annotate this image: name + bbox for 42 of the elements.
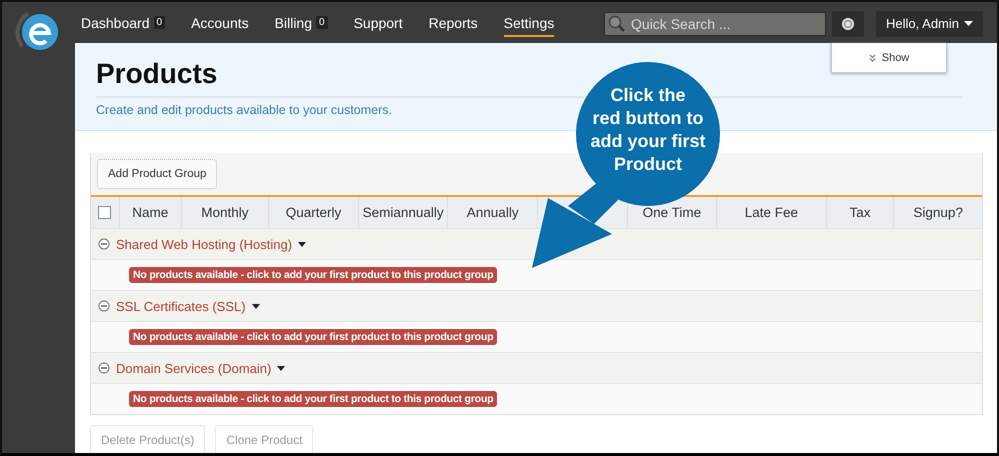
caret-icon bbox=[298, 242, 306, 246]
nav-tab[interactable]: Billing 0 bbox=[274, 10, 328, 36]
callout-text: Click the red button to add your first Product bbox=[589, 84, 706, 176]
count-badge: 0 bbox=[154, 16, 166, 29]
select-all-checkbox[interactable] bbox=[98, 206, 112, 219]
page-title: Products bbox=[96, 57, 218, 91]
add-product-button[interactable]: No products available - click to add your first product to this product group bbox=[129, 391, 498, 407]
search-button[interactable] bbox=[832, 10, 864, 36]
add-product-button[interactable]: No products available - click to add your first product to this product group bbox=[129, 267, 498, 283]
caret-icon bbox=[252, 304, 260, 308]
search-icon bbox=[608, 14, 626, 32]
column-header: Signup? bbox=[913, 205, 963, 220]
collapse-icon[interactable] bbox=[98, 362, 110, 374]
column-header: Semiannually bbox=[362, 205, 444, 220]
nav-tab[interactable]: Settings bbox=[504, 10, 554, 36]
column-header: Tax bbox=[850, 205, 871, 220]
caret-icon bbox=[277, 366, 286, 370]
group-name[interactable]: SSL Certificates (SSL) bbox=[116, 298, 260, 314]
column-header: Monthly bbox=[201, 205, 249, 220]
nav-tab[interactable]: Dashboard 0 bbox=[81, 10, 166, 36]
collapse-icon[interactable] bbox=[98, 238, 110, 250]
column-header: Quarterly bbox=[286, 205, 342, 220]
column-header: Name bbox=[132, 205, 168, 220]
target-icon bbox=[841, 16, 856, 30]
nav-tab[interactable]: Accounts bbox=[191, 10, 249, 36]
column-header: Annually bbox=[466, 205, 519, 220]
caret-icon bbox=[964, 21, 973, 26]
chevron-icon bbox=[868, 54, 876, 62]
add-product-button[interactable]: No products available - click to add your first product to this product group bbox=[129, 329, 498, 345]
search-field[interactable]: Quick Search ... bbox=[604, 12, 826, 36]
show-toggle[interactable]: Show bbox=[831, 43, 947, 73]
nav-tab[interactable]: Support bbox=[354, 10, 403, 36]
column-header: One Time bbox=[642, 205, 702, 220]
column-header: Late Fee bbox=[744, 205, 798, 220]
nav-tab[interactable]: Reports bbox=[428, 10, 478, 36]
user-menu[interactable]: Hello, Admin bbox=[876, 10, 983, 36]
count-badge: 0 bbox=[316, 16, 328, 29]
collapse-icon[interactable] bbox=[98, 300, 110, 312]
add-group-button[interactable]: Add Product Group bbox=[97, 159, 218, 189]
page-subtitle: Create and edit products available to your customers. bbox=[96, 103, 393, 117]
group-name[interactable]: Domain Services (Domain) bbox=[116, 360, 286, 376]
group-name[interactable]: Shared Web Hosting (Hosting) bbox=[116, 236, 306, 252]
